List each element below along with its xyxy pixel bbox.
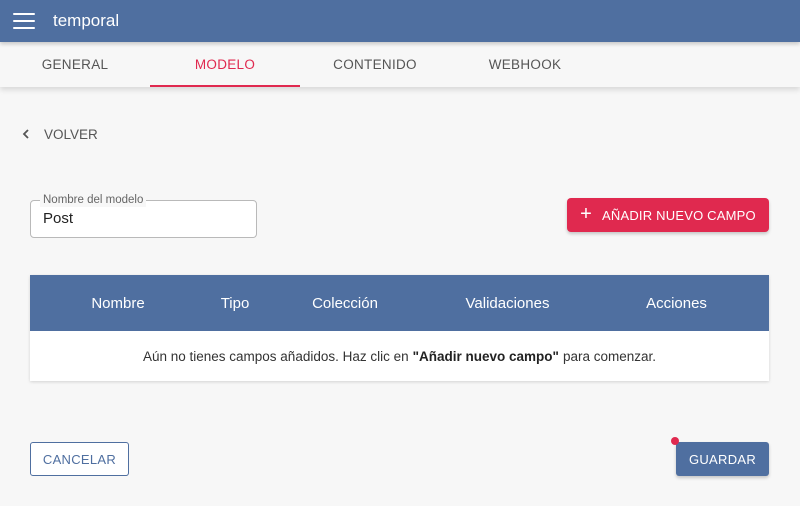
fields-table: Nombre Tipo Colección Validaciones Accio… [30,275,769,381]
model-name-label: Nombre del modelo [40,193,147,207]
unsaved-indicator-dot [671,437,679,445]
hamburger-menu-icon[interactable] [13,13,35,29]
plus-icon: + [580,203,593,225]
column-header-coleccion: Colección [312,294,378,312]
add-new-field-label: AÑADIR NUEVO CAMPO [602,207,756,223]
table-header: Nombre Tipo Colección Validaciones Accio… [30,275,769,331]
model-name-field[interactable]: Nombre del modelo [30,193,257,238]
tab-contenido[interactable]: CONTENIDO [300,42,450,87]
empty-state-message: Aún no tienes campos añadidos. Haz clic … [30,331,769,381]
back-button[interactable]: VOLVER [22,124,98,144]
back-label: VOLVER [44,126,98,142]
column-header-nombre: Nombre [91,294,145,312]
tab-modelo[interactable]: MODELO [150,42,300,87]
column-header-acciones: Acciones [646,294,707,312]
tab-webhook[interactable]: WEBHOOK [450,42,600,87]
app-title: temporal [53,11,120,30]
model-name-input[interactable] [43,210,243,227]
app-bar: temporal [0,0,800,42]
cancel-button[interactable]: CANCELAR [30,442,129,476]
empty-state-suffix: para comenzar. [562,348,657,364]
tab-bar: GENERAL MODELO CONTENIDO WEBHOOK [0,42,800,87]
chevron-left-icon [22,129,29,139]
column-header-validaciones: Validaciones [465,294,550,312]
save-button[interactable]: GUARDAR [676,442,769,476]
tab-general[interactable]: GENERAL [0,42,150,87]
column-header-tipo: Tipo [220,294,250,312]
add-new-field-button[interactable]: + AÑADIR NUEVO CAMPO [567,198,769,232]
empty-state-prefix: Aún no tienes campos añadidos. Haz clic … [142,348,409,364]
empty-state-highlight: "Añadir nuevo campo" [412,348,559,364]
